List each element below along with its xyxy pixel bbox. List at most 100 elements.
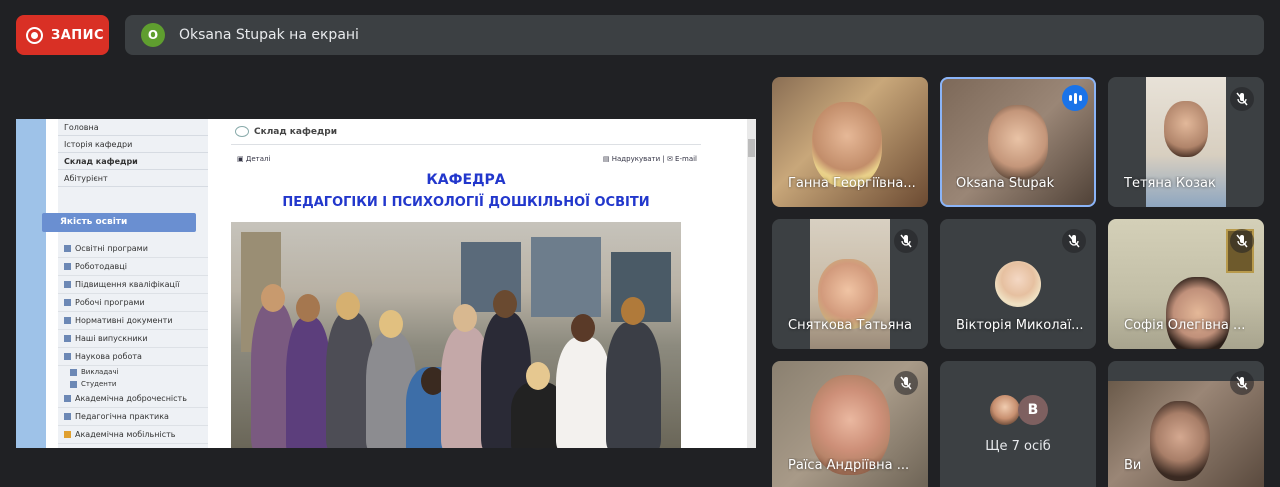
list-icon: [64, 281, 71, 288]
speaking-indicator-icon: [1062, 85, 1088, 111]
research-sub-item: Викладачі: [58, 366, 208, 378]
quality-item: Академічна мобільність: [58, 426, 208, 444]
quality-item: Нормативні документи: [58, 312, 208, 330]
chat-bubble-icon: [235, 126, 249, 137]
quality-item-label: Наукова робота: [75, 351, 142, 361]
details-label: Деталі: [245, 155, 271, 163]
list-icon: [70, 368, 77, 376]
quality-item: Роботодавці: [58, 258, 208, 276]
participant-tile[interactable]: Ганна Георгіївна...: [772, 77, 928, 207]
research-sub-label: Викладачі: [81, 368, 119, 376]
participant-name: Вікторія Миколаї...: [956, 318, 1084, 333]
quality-item: Підвищення кваліфікації: [58, 276, 208, 294]
nav-item: Абітурієнт: [58, 170, 208, 187]
mic-off-icon: [894, 229, 918, 253]
participant-video: [812, 102, 882, 187]
quality-item-label: Робочі програми: [75, 297, 145, 307]
participant-tile[interactable]: Вікторія Миколаї...: [940, 219, 1096, 349]
quality-item: Освітні програми: [58, 240, 208, 258]
more-avatars: В: [990, 395, 1048, 425]
scrollbar[interactable]: [747, 119, 756, 448]
quality-header: Якість освіти: [42, 213, 196, 232]
research-sub-item: Студенти: [58, 378, 208, 390]
list-icon: [64, 353, 71, 360]
quality-item-label: Педагогічна практика: [75, 411, 169, 421]
more-participants-tile[interactable]: В Ще 7 осіб: [940, 361, 1096, 487]
list-icon: [64, 395, 71, 402]
mic-off-icon: [894, 371, 918, 395]
page-header-label: Склад кафедри: [254, 126, 338, 137]
mic-off-icon: [1230, 371, 1254, 395]
list-icon: [70, 380, 77, 388]
page-header: Склад кафедри: [231, 119, 701, 145]
list-icon: [64, 413, 71, 420]
mic-off-icon: [1230, 87, 1254, 111]
participant-tile[interactable]: Софія Олегівна ...: [1108, 219, 1264, 349]
research-sub-label: Студенти: [81, 380, 117, 388]
list-icon: [64, 431, 71, 438]
quality-item-label: Освітні програми: [75, 243, 148, 253]
nav-item: Головна: [58, 119, 208, 136]
quality-item: Академічна доброчесність: [58, 390, 208, 408]
page-title-line2: ПЕДАГОГІКИ І ПСИХОЛОГІЇ ДОШКІЛЬНОЇ ОСВІТ…: [282, 195, 650, 210]
quality-item: Педагогічна практика: [58, 408, 208, 426]
email-label: E-mail: [675, 155, 697, 163]
mic-off-icon: [1230, 229, 1254, 253]
participant-avatar: [995, 261, 1041, 307]
participant-tile[interactable]: Раїса Андріївна ...: [772, 361, 928, 487]
mic-off-icon: [1062, 229, 1086, 253]
record-icon: [26, 26, 43, 44]
list-icon: [64, 335, 71, 342]
participant-name: Раїса Андріївна ...: [788, 458, 910, 473]
participant-tile[interactable]: Oksana Stupak: [940, 77, 1096, 207]
participant-avatar-letter: В: [1018, 395, 1048, 425]
nav-item: Склад кафедри: [58, 153, 208, 170]
participant-name: Oksana Stupak: [956, 176, 1055, 191]
participant-avatar: [990, 395, 1020, 425]
participant-name: Тетяна Козак: [1124, 176, 1216, 191]
participant-name: Ганна Георгіївна...: [788, 176, 916, 191]
list-icon: [64, 245, 71, 252]
print-label: Надрукувати: [611, 155, 661, 163]
more-participants-label: Ще 7 осіб: [985, 439, 1051, 454]
presentation-text: Oksana Stupak на екрані: [179, 27, 359, 43]
participant-face: [1164, 101, 1208, 157]
site-left-nav: Головна Історія кафедри Склад кафедри Аб…: [42, 119, 208, 448]
quality-item-label: Роботодавці: [75, 261, 127, 271]
quality-item-label: Наші випускники: [75, 333, 148, 343]
print-email-links: ▤ Надрукувати | ✉ E-mail: [602, 155, 697, 163]
participant-name: Софія Олегівна ...: [1124, 318, 1246, 333]
recording-label: ЗАПИС: [51, 27, 105, 43]
presenter-avatar: O: [141, 23, 165, 47]
list-icon: [64, 317, 71, 324]
participant-video: [1166, 277, 1230, 349]
participant-name: Сняткова Татьяна: [788, 318, 912, 333]
scrollbar-thumb[interactable]: [748, 139, 755, 157]
quality-item-label: Академічна мобільність: [75, 429, 176, 439]
details-link: ▣ Деталі: [237, 155, 271, 163]
nav-item: Історія кафедри: [58, 136, 208, 153]
shared-webpage: Головна Історія кафедри Склад кафедри Аб…: [42, 119, 751, 448]
shared-screen[interactable]: Головна Історія кафедри Склад кафедри Аб…: [16, 119, 756, 448]
meet-window: ЗАПИС O Oksana Stupak на екрані Головна …: [0, 0, 1280, 487]
quality-item-label: Академічна доброчесність: [75, 393, 187, 403]
page-title-line1: КАФЕДРА: [426, 172, 506, 188]
page-content: Склад кафедри ▣ Деталі ▤ Надрукувати | ✉…: [231, 119, 701, 448]
participant-tile[interactable]: Сняткова Татьяна: [772, 219, 928, 349]
quality-item: Наші випускники: [58, 330, 208, 348]
self-tile[interactable]: Ви: [1108, 361, 1264, 487]
self-face: [1150, 401, 1210, 481]
list-icon: [64, 263, 71, 270]
quality-item: Робочі програми: [58, 294, 208, 312]
quality-item-label: Нормативні документи: [75, 315, 173, 325]
quality-item-label: Підвищення кваліфікації: [75, 279, 180, 289]
department-photo: [231, 222, 681, 448]
presentation-bar[interactable]: O Oksana Stupak на екрані: [125, 15, 1264, 55]
quality-item: Наукова робота: [58, 348, 208, 366]
participant-name: Ви: [1124, 458, 1142, 473]
list-icon: [64, 299, 71, 306]
participant-video: [988, 105, 1048, 180]
participant-tile[interactable]: Тетяна Козак: [1108, 77, 1264, 207]
page-actions: ▣ Деталі ▤ Надрукувати | ✉ E-mail: [231, 155, 701, 163]
recording-button[interactable]: ЗАПИС: [16, 15, 109, 55]
